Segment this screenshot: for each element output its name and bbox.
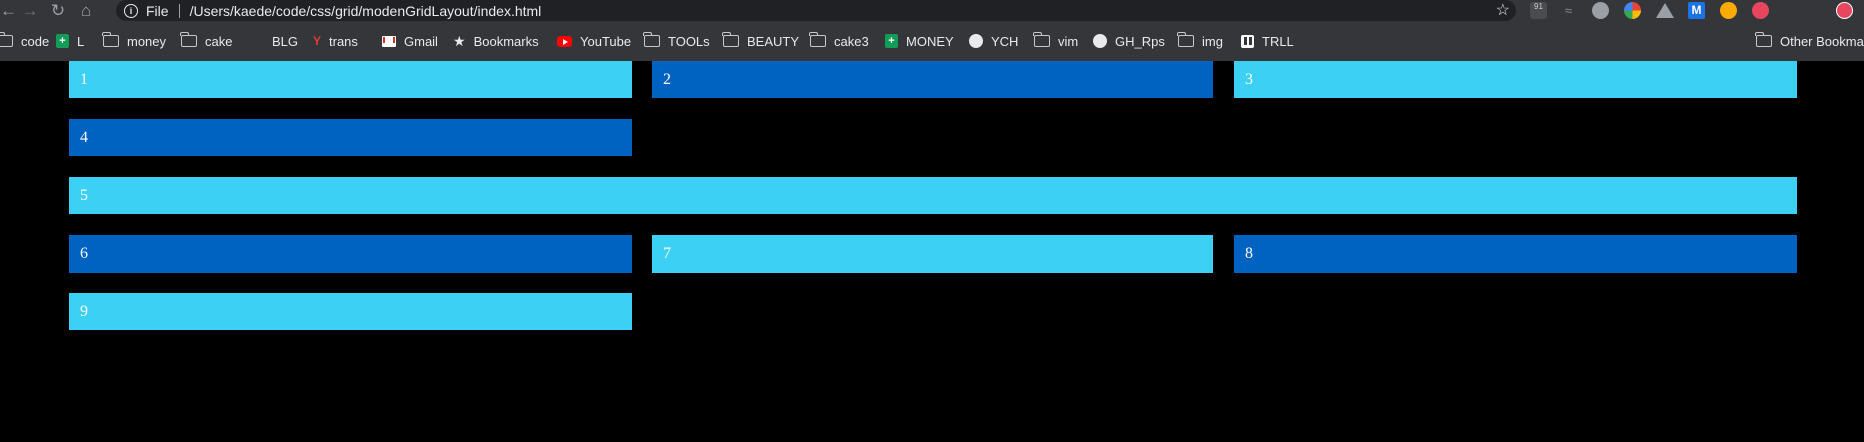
bookmark-trans[interactable]: Ytrans — [313, 21, 358, 61]
bookmark-money-2[interactable]: + MONEY — [885, 21, 954, 61]
bookmark-label: Other Bookmarks — [1780, 33, 1864, 49]
reload-button[interactable]: ↻ — [44, 0, 72, 21]
back-button[interactable]: ← — [0, 0, 17, 21]
bookmark-l[interactable]: + L — [56, 21, 84, 61]
bookmark-vim[interactable]: vim — [1033, 21, 1079, 61]
sheets-icon: + — [885, 34, 898, 48]
grid-item-label: 1 — [80, 70, 88, 88]
folder-icon — [722, 32, 739, 47]
extension-m-icon[interactable]: M — [1688, 2, 1705, 19]
bookmark-beauty[interactable]: BEAUTY — [722, 21, 800, 61]
extension-badge: 91 — [1534, 2, 1543, 11]
bookmark-label: cake — [205, 33, 233, 49]
extension-color-icon[interactable] — [1624, 2, 1641, 19]
grid-item-label: 9 — [80, 302, 88, 320]
grid-item-8: 8 — [1234, 235, 1797, 273]
url-text[interactable]: /Users/kaede/code/css/grid/modenGridLayo… — [190, 3, 542, 19]
grid-item-2: 2 — [652, 61, 1213, 98]
bookmark-trll[interactable]: TRLL — [1241, 21, 1294, 61]
home-button[interactable]: ⌂ — [72, 0, 100, 21]
folder-icon — [102, 32, 119, 47]
grid-item-4: 4 — [69, 119, 632, 156]
folder-icon — [809, 32, 826, 47]
extension-red-icon[interactable] — [1752, 2, 1769, 19]
bookmark-label: cake3 — [834, 33, 869, 49]
grid-item-3: 3 — [1234, 61, 1797, 98]
url-separator — [178, 3, 180, 18]
url-scheme: File — [146, 2, 169, 19]
extension-drive-icon[interactable] — [1656, 3, 1674, 18]
bookmark-label: BEAUTY — [747, 33, 800, 49]
address-bar[interactable]: i File /Users/kaede/code/css/grid/modenG… — [116, 0, 1516, 21]
grid-item-label: 4 — [80, 128, 88, 146]
info-icon[interactable]: i — [124, 3, 138, 18]
bookmark-label: YCH — [991, 33, 1019, 49]
y-icon: Y — [313, 34, 322, 48]
forward-button[interactable]: → — [16, 0, 44, 21]
folder-icon — [1177, 32, 1194, 47]
grid-item-5: 5 — [69, 177, 1797, 214]
bookmark-img[interactable]: img — [1177, 21, 1223, 61]
folder-icon — [1033, 32, 1050, 47]
grid-item-label: 6 — [80, 245, 88, 262]
folder-icon — [180, 32, 197, 47]
bookmark-label: TOOLs — [668, 33, 710, 49]
bookmark-label: Bookmarks — [473, 33, 539, 49]
bookmark-label: code — [21, 33, 50, 49]
github-icon — [1093, 34, 1107, 48]
grid-item-label: 5 — [80, 186, 88, 204]
bookmark-label: BLG — [272, 33, 299, 49]
bookmark-label: vim — [1058, 33, 1079, 49]
grid-item-6: 6 — [69, 235, 632, 273]
bookmark-label: img — [1202, 33, 1223, 49]
grid-item-1: 1 — [69, 61, 632, 98]
grid-item-label: 2 — [663, 70, 671, 88]
bookmark-label: money — [127, 33, 167, 49]
extension-yellow-icon[interactable] — [1720, 2, 1737, 19]
extension-compass-icon[interactable] — [1592, 2, 1609, 19]
profile-avatar[interactable] — [1836, 2, 1853, 19]
star-icon: ★ — [453, 33, 466, 49]
bookmark-cake[interactable]: cake — [180, 21, 233, 61]
bookmark-ych[interactable]: YCH — [969, 21, 1018, 61]
bookmark-label: L — [77, 33, 85, 49]
extension-wave-icon[interactable]: ≈ — [1560, 2, 1577, 19]
bookmarks-bar: code + L money cake BLG Ytrans Gmail ★ Boo… — [0, 21, 1864, 61]
folder-icon — [1755, 32, 1772, 47]
bookmark-label: MONEY — [906, 33, 954, 49]
bookmark-gmail[interactable]: Gmail — [382, 21, 438, 61]
grid-item-9: 9 — [69, 293, 632, 330]
bookmark-label: trans — [329, 33, 358, 49]
grid-item-label: 8 — [1245, 245, 1253, 262]
youtube-icon — [557, 35, 572, 47]
grid-item-7: 7 — [652, 235, 1213, 273]
grid-item-label: 3 — [1245, 70, 1253, 88]
bookmark-star-icon[interactable]: ☆ — [1496, 0, 1510, 21]
bookmark-label: GH_Rps — [1115, 33, 1165, 49]
bookmark-label: TRLL — [1262, 33, 1294, 49]
bookmark-bookmarks[interactable]: ★ Bookmarks — [453, 21, 539, 61]
bookmark-cake3[interactable]: cake3 — [809, 21, 869, 61]
trello-icon — [1241, 34, 1254, 48]
bookmark-tools[interactable]: TOOLs — [643, 21, 710, 61]
extension-counter-icon[interactable]: 91 — [1530, 2, 1547, 19]
bookmark-money[interactable]: money — [102, 21, 167, 61]
folder-icon — [643, 32, 660, 47]
browser-toolbar: ← → ↻ ⌂ i File /Users/kaede/code/css/gri… — [0, 0, 1864, 21]
bookmark-youtube[interactable]: YouTube — [557, 21, 631, 61]
bookmark-code[interactable]: code — [0, 21, 49, 61]
bookmark-other[interactable]: Other Bookmarks — [1755, 21, 1864, 61]
grid-item-label: 7 — [663, 245, 671, 262]
sheets-icon: + — [56, 34, 69, 48]
bookmark-label: YouTube — [580, 33, 632, 49]
globe-icon — [969, 34, 983, 48]
bookmark-blg[interactable]: BLG — [272, 21, 298, 61]
bookmark-gh-rps[interactable]: GH_Rps — [1093, 21, 1165, 61]
bookmark-label: Gmail — [404, 33, 438, 49]
folder-icon — [0, 32, 13, 47]
gmail-icon — [382, 35, 396, 47]
